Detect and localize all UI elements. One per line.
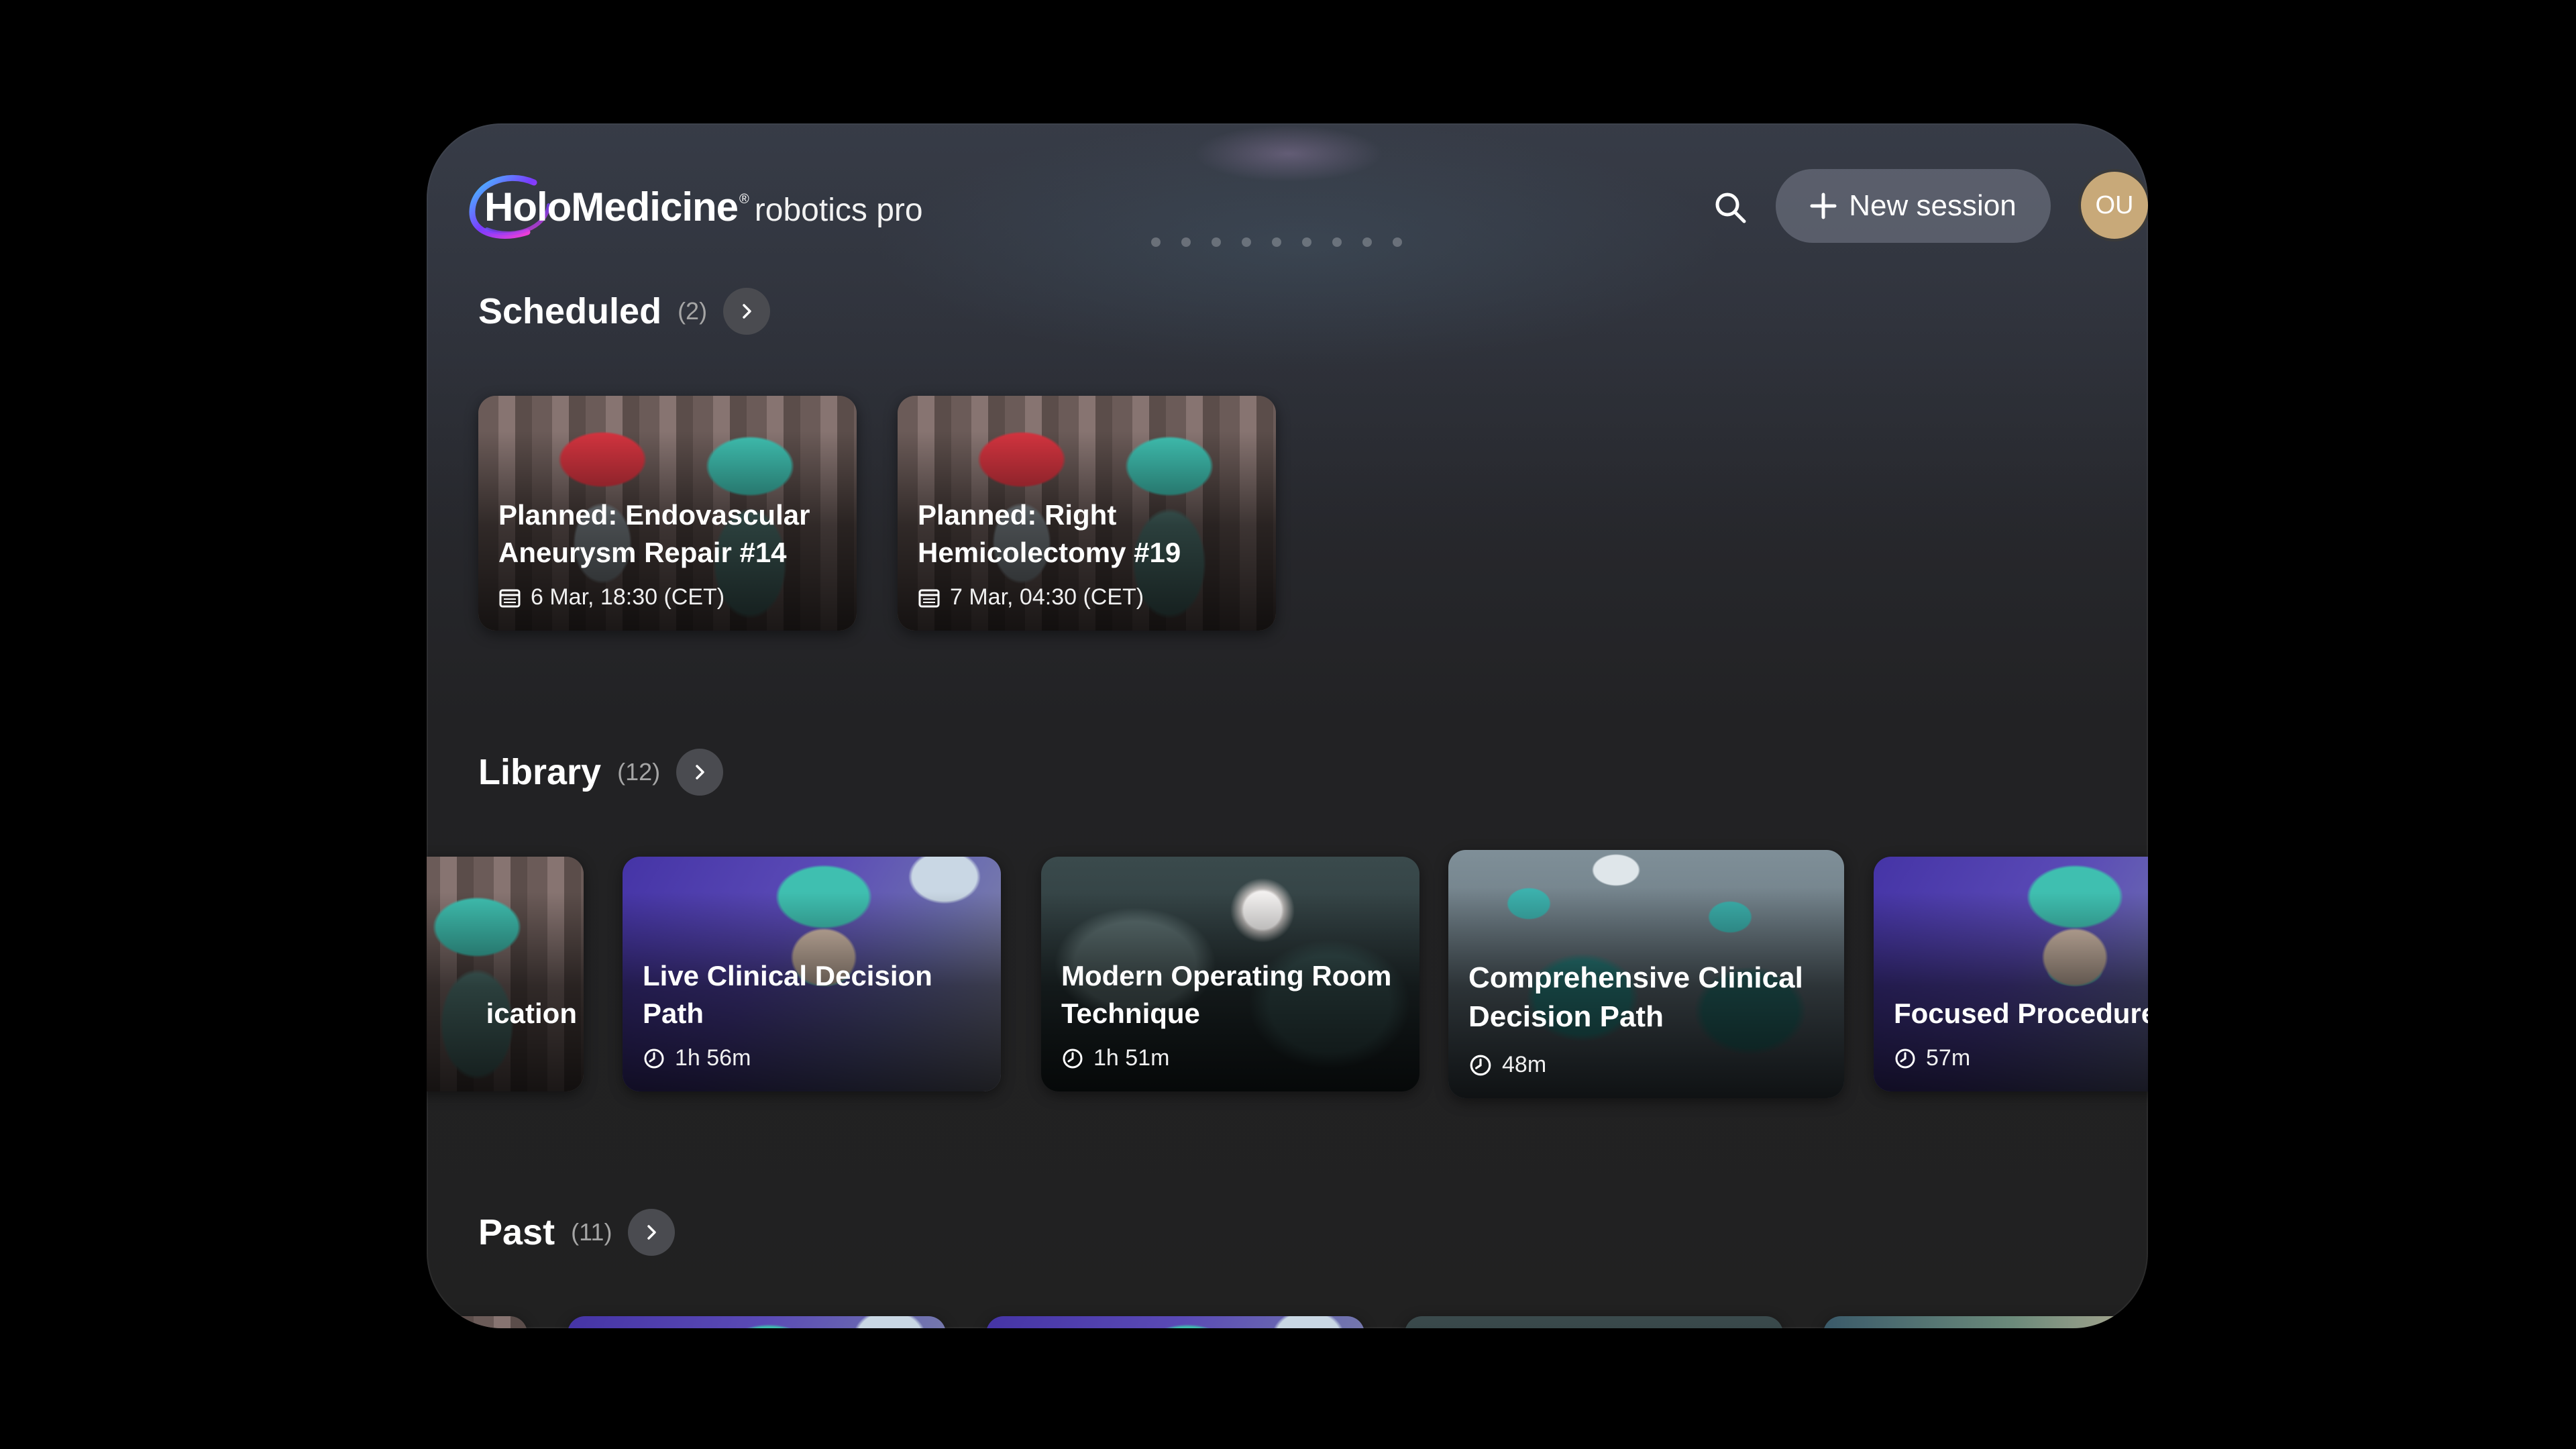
search-button[interactable] bbox=[1707, 184, 1754, 231]
past-card[interactable] bbox=[1405, 1316, 1783, 1328]
chevron-right-icon bbox=[743, 304, 751, 319]
library-card[interactable]: Focused Procedure Walkthrough 57m bbox=[1874, 857, 2148, 1091]
past-card[interactable] bbox=[568, 1316, 946, 1328]
card-thumbnail bbox=[427, 1316, 527, 1328]
section-count: (12) bbox=[617, 758, 661, 786]
card-title: Planned: Endovascular Aneurysm Repair #1… bbox=[498, 499, 810, 568]
calendar-icon bbox=[499, 589, 521, 607]
calendar-icon bbox=[918, 589, 940, 607]
past-card[interactable] bbox=[1823, 1316, 2148, 1328]
card-meta: 6 Mar, 18:30 (CET) bbox=[498, 584, 724, 610]
card-title: ication bbox=[486, 998, 577, 1029]
top-bar: HoloMedicine ® robotics pro New session … bbox=[467, 164, 2148, 251]
past-card[interactable] bbox=[986, 1316, 1364, 1328]
plus-icon bbox=[1810, 193, 1837, 219]
logo: HoloMedicine ® robotics pro bbox=[467, 170, 923, 244]
registered-mark: ® bbox=[739, 192, 749, 207]
past-see-all-button[interactable] bbox=[628, 1209, 676, 1256]
past-section-header: Past (11) bbox=[478, 1209, 676, 1256]
card-thumbnail bbox=[1405, 1316, 1783, 1328]
avatar-initials: OU bbox=[2095, 191, 2134, 219]
card-date: 6 Mar, 18:30 (CET) bbox=[531, 584, 725, 610]
card-duration: 1h 56m bbox=[675, 1045, 751, 1071]
card-duration: 57m bbox=[1926, 1045, 1971, 1071]
section-count: (11) bbox=[571, 1218, 612, 1246]
library-card[interactable]: Live Clinical Decision Path 1h 56m bbox=[623, 857, 1001, 1091]
card-title: Modern Operating Room Technique bbox=[1061, 960, 1392, 1029]
card-meta: 1h 56m bbox=[643, 1045, 751, 1071]
chevron-right-icon bbox=[696, 765, 704, 780]
search-icon bbox=[1715, 193, 1746, 223]
clock-icon bbox=[1895, 1049, 1915, 1068]
card-meta: 57m bbox=[1894, 1045, 1970, 1071]
scheduled-card[interactable]: Planned: Endovascular Aneurysm Repair #1… bbox=[478, 396, 857, 631]
section-count: (2) bbox=[678, 297, 708, 325]
library-card[interactable]: Modern Operating Room Technique 1h 51m bbox=[1041, 857, 1419, 1091]
card-duration: 1h 51m bbox=[1093, 1045, 1170, 1071]
card-title: Focused Procedure Walkthrough bbox=[1894, 998, 2148, 1029]
past-card[interactable] bbox=[427, 1316, 527, 1328]
card-title: Comprehensive Clinical Decision Path bbox=[1468, 961, 1803, 1033]
card-meta: 1h 51m bbox=[1061, 1045, 1169, 1071]
card-title: Planned: Right Hemicolectomy #19 bbox=[918, 499, 1181, 568]
new-session-button[interactable]: New session bbox=[1776, 169, 2051, 243]
card-thumbnail bbox=[1823, 1316, 2148, 1328]
card-date: 7 Mar, 04:30 (CET) bbox=[950, 584, 1144, 610]
library-section-header: Library (12) bbox=[478, 749, 724, 796]
section-title: Past bbox=[478, 1212, 555, 1252]
scheduled-section-header: Scheduled (2) bbox=[478, 288, 771, 335]
card-duration: 48m bbox=[1502, 1052, 1547, 1077]
card-meta: 7 Mar, 04:30 (CET) bbox=[918, 584, 1144, 610]
card-thumbnail bbox=[986, 1316, 1364, 1328]
section-title: Scheduled bbox=[478, 291, 662, 331]
avatar[interactable]: OU bbox=[2078, 169, 2148, 241]
library-card-focused[interactable]: Comprehensive Clinical Decision Path 48m bbox=[1448, 850, 1844, 1098]
chevron-right-icon bbox=[647, 1225, 657, 1240]
section-title: Library bbox=[478, 752, 602, 792]
app-window: HoloMedicine ® robotics pro New session … bbox=[427, 123, 2148, 1328]
new-session-label: New session bbox=[1849, 189, 2017, 222]
scheduled-see-all-button[interactable] bbox=[723, 288, 771, 335]
card-thumbnail bbox=[568, 1316, 946, 1328]
brand-name: HoloMedicine bbox=[484, 184, 739, 229]
clock-icon bbox=[1063, 1049, 1083, 1068]
clock-icon bbox=[644, 1049, 664, 1068]
library-card[interactable]: ication bbox=[427, 857, 584, 1091]
card-title: Live Clinical Decision Path bbox=[643, 960, 932, 1029]
clock-icon bbox=[1470, 1055, 1491, 1075]
card-meta: 48m bbox=[1468, 1052, 1546, 1078]
brand-subtitle: robotics pro bbox=[754, 193, 923, 228]
library-see-all-button[interactable] bbox=[676, 749, 724, 796]
scheduled-card[interactable]: Planned: Right Hemicolectomy #19 7 Mar, … bbox=[898, 396, 1276, 631]
